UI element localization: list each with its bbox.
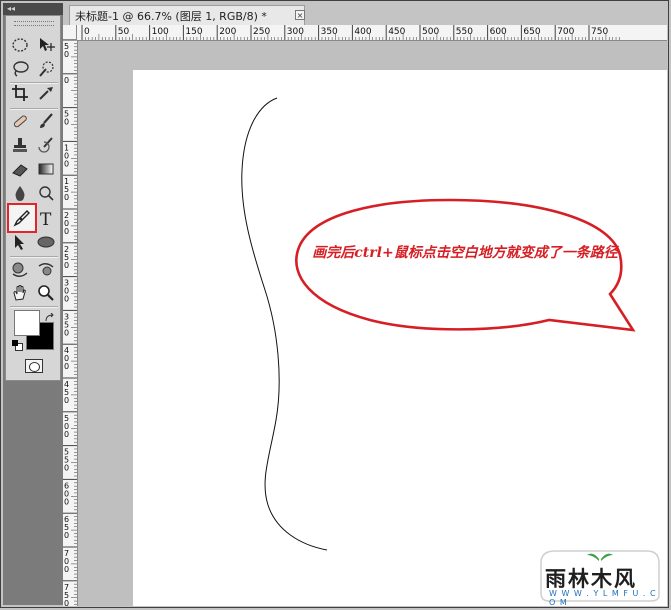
watermark-url: W W W . Y L M F U . C O M: [549, 589, 657, 607]
callout-bubble: [295, 198, 636, 332]
canvas-overlay: [241, 97, 636, 551]
drawn-path: [241, 97, 328, 551]
callout-text: 画完后ctrl+鼠标点击空白地方就变成了一条路径: [312, 245, 618, 261]
watermark-logo: 雨林木风 W W W . Y L M F U . C O M: [537, 545, 663, 607]
